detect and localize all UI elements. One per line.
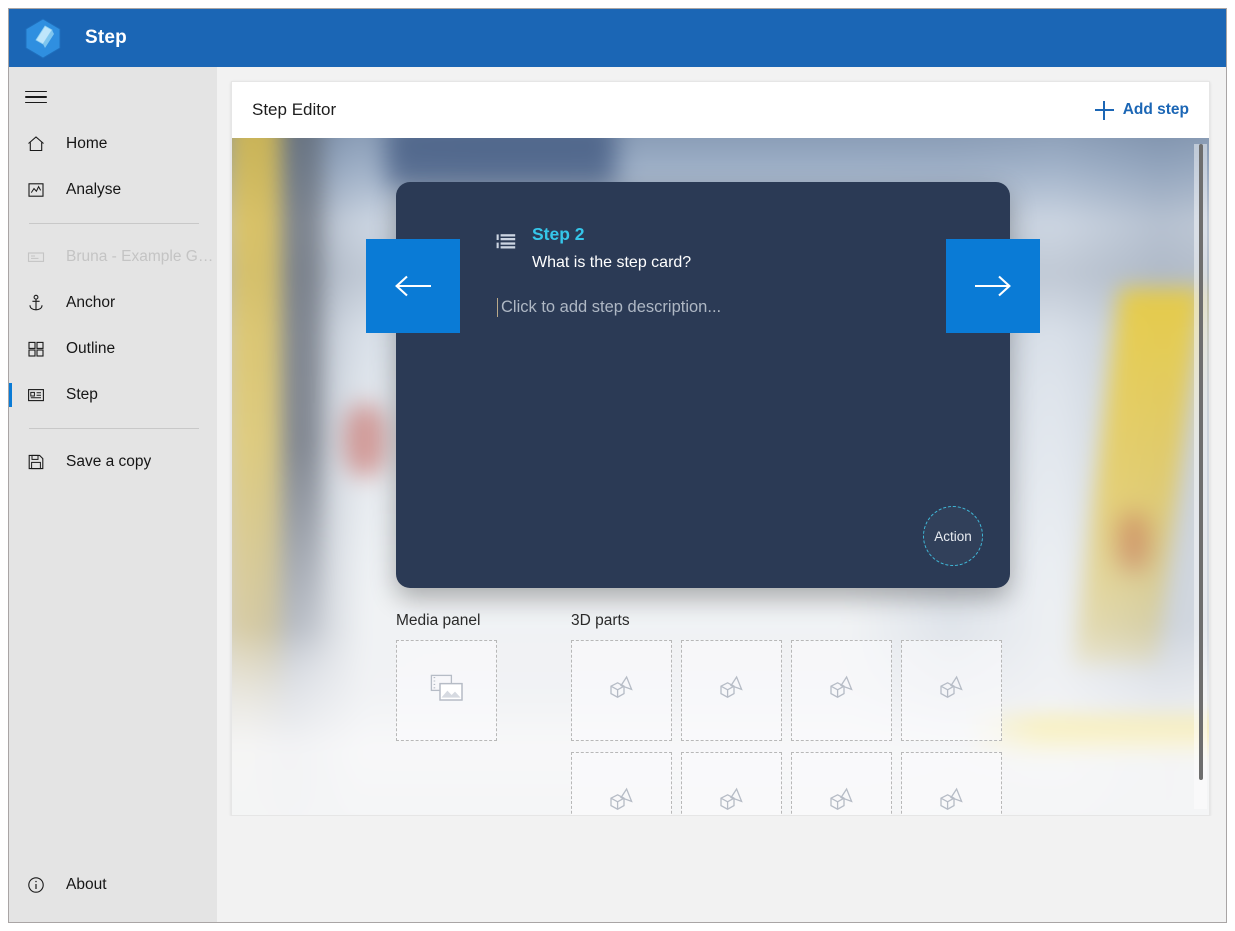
sidebar-item-anchor[interactable]: Anchor (9, 280, 217, 326)
3d-part-icon (937, 673, 967, 708)
media-drop-slot[interactable] (396, 640, 497, 741)
step-card-header: Step 2 What is the step card? (496, 222, 910, 274)
step-preview-stage: Step 2 What is the step card? Click to a… (232, 138, 1209, 815)
add-step-label: Add step (1123, 101, 1189, 119)
sidebar-item-about[interactable]: About (9, 862, 217, 908)
previous-step-button[interactable] (366, 239, 460, 333)
anchor-icon (25, 292, 47, 314)
sidebar-divider-bottom (29, 428, 199, 429)
3d-part-icon (717, 673, 747, 708)
sidebar-item-step[interactable]: Step (9, 372, 217, 418)
media-panel-title: Media panel (396, 612, 571, 630)
hexagon-cube-logo-icon (23, 17, 63, 59)
info-circle-icon (25, 874, 47, 896)
app-title: Step (85, 27, 127, 49)
sidebar-item-home[interactable]: Home (9, 121, 217, 167)
step-editor-header: Step Editor Add step (232, 82, 1209, 138)
sidebar-item-label: Anchor (66, 294, 115, 312)
window-body: Home Analyse (9, 67, 1226, 922)
step-card-icon (25, 384, 47, 406)
parts-panel-title: 3D parts (571, 612, 1191, 630)
sidebar-divider-top (29, 223, 199, 224)
step-card-titles: Step 2 What is the step card? (532, 222, 691, 274)
stage-scrollbar-thumb[interactable] (1199, 144, 1203, 780)
part-drop-slot[interactable] (791, 752, 892, 815)
next-step-button[interactable] (946, 239, 1040, 333)
save-disk-icon (25, 451, 47, 473)
main-bottom-area (217, 816, 1226, 922)
3d-part-icon (827, 785, 857, 815)
add-step-button[interactable]: Add step (1091, 95, 1193, 126)
plus-icon (1095, 101, 1114, 120)
sidebar-spacer (9, 485, 217, 862)
part-drop-slot[interactable] (681, 752, 782, 815)
sidebar-item-label: Step (66, 386, 98, 404)
asset-panels: Media panel (396, 612, 1191, 815)
hamburger-menu-button[interactable] (9, 73, 217, 121)
page-title: Step Editor (252, 100, 336, 120)
sidebar-item-label: Bruna - Example Gui... (66, 248, 216, 266)
sidebar-item-analyse[interactable]: Analyse (9, 167, 217, 213)
outline-grid-icon (25, 338, 47, 360)
app-window: Step Home (8, 8, 1227, 923)
part-drop-slot[interactable] (571, 640, 672, 741)
parts-panel: 3D parts (571, 612, 1191, 815)
analyse-chart-icon (25, 179, 47, 201)
step-editor-panel: Step Editor Add step (231, 81, 1210, 816)
media-panel: Media panel (396, 612, 571, 815)
arrow-left-icon (392, 270, 434, 302)
sidebar-item-save-a-copy[interactable]: Save a copy (9, 439, 217, 485)
part-drop-slot[interactable] (681, 640, 782, 741)
part-drop-slot[interactable] (901, 752, 1002, 815)
sidebar-item-guide: Bruna - Example Gui... (9, 234, 217, 280)
step-heading-text[interactable]: What is the step card? (532, 252, 691, 274)
stage-scrollbar[interactable] (1194, 144, 1207, 809)
hamburger-menu-icon (25, 87, 47, 108)
3d-part-icon (607, 673, 637, 708)
sidebar: Home Analyse (9, 67, 217, 922)
3d-part-icon (827, 673, 857, 708)
sidebar-item-label: Analyse (66, 181, 121, 199)
step-list-icon (496, 233, 516, 256)
sidebar-item-label: Outline (66, 340, 115, 358)
arrow-right-icon (972, 270, 1014, 302)
title-bar: Step (9, 9, 1226, 67)
sidebar-item-label: About (66, 876, 107, 894)
part-drop-slot[interactable] (791, 640, 892, 741)
3d-part-icon (717, 785, 747, 815)
step-number-label: Step 2 (532, 222, 691, 246)
sidebar-item-outline[interactable]: Outline (9, 326, 217, 372)
part-drop-slot[interactable] (901, 640, 1002, 741)
main-content: Step Editor Add step (217, 67, 1226, 922)
step-card[interactable]: Step 2 What is the step card? Click to a… (396, 182, 1010, 588)
action-button-label: Action (934, 529, 972, 544)
3d-part-icon (937, 785, 967, 815)
3d-part-icon (607, 785, 637, 815)
step-card-content: Step 2 What is the step card? Click to a… (496, 222, 910, 317)
step-description-input[interactable]: Click to add step description... (497, 298, 721, 317)
part-drop-slot[interactable] (571, 752, 672, 815)
parts-grid (571, 640, 1191, 815)
guide-card-icon (25, 246, 47, 268)
sidebar-item-label: Save a copy (66, 453, 151, 471)
sidebar-item-label: Home (66, 135, 107, 153)
home-icon (25, 133, 47, 155)
action-button[interactable]: Action (923, 506, 983, 566)
media-image-icon (430, 673, 464, 708)
